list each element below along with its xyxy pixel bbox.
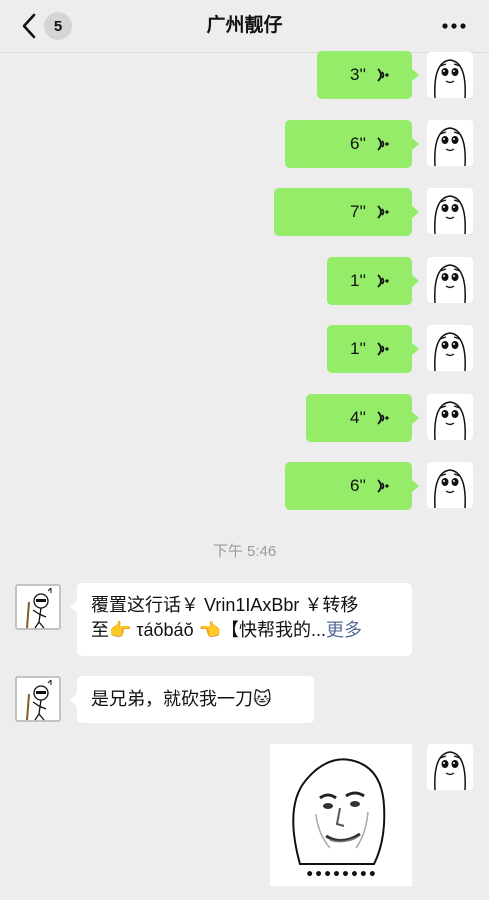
self-avatar[interactable] [427, 257, 473, 303]
expand-more-link[interactable]: 更多 [326, 620, 362, 640]
sticker-caption: •••••••• [305, 867, 377, 883]
incoming-message[interactable]: 是兄弟，就砍我一刀🐱 [70, 676, 314, 723]
unread-count-badge: 5 [44, 12, 72, 40]
voice-duration: 1'' [350, 271, 366, 290]
voice-message[interactable]: 1'' [327, 325, 419, 373]
self-avatar[interactable] [427, 394, 473, 440]
voice-wave-icon [377, 274, 389, 288]
chat-title: 广州靓仔 [206, 15, 283, 36]
contact-avatar[interactable] [15, 584, 61, 630]
voice-message[interactable]: 6'' [285, 120, 419, 168]
voice-message[interactable]: 7'' [274, 188, 419, 236]
self-avatar[interactable] [427, 52, 473, 98]
voice-duration: 1'' [350, 339, 366, 358]
voice-wave-icon [377, 479, 389, 493]
self-avatar[interactable] [427, 462, 473, 508]
voice-message[interactable]: 4'' [306, 394, 419, 442]
sticker-message[interactable]: •••••••• [270, 744, 412, 886]
voice-message[interactable]: 6'' [285, 462, 419, 510]
voice-message[interactable]: 3'' [317, 51, 419, 99]
meme-face-sticker: •••••••• [292, 758, 386, 883]
self-avatar[interactable] [427, 188, 473, 234]
message-text: 是兄弟，就砍我一刀 [91, 689, 253, 709]
voice-message[interactable]: 1'' [327, 257, 419, 305]
voice-duration: 4'' [350, 408, 366, 427]
voice-wave-icon [377, 205, 389, 219]
voice-wave-icon [377, 342, 389, 356]
voice-duration: 7'' [350, 202, 366, 221]
chevron-left-icon [22, 13, 36, 39]
self-avatar[interactable] [427, 744, 473, 790]
message-timestamp: 下午 5:46 [212, 543, 277, 560]
self-avatar[interactable] [427, 325, 473, 371]
ellipsis-icon [442, 23, 466, 29]
voice-duration: 3'' [350, 65, 366, 84]
voice-wave-icon [377, 137, 389, 151]
voice-duration: 6'' [350, 476, 366, 495]
more-button[interactable] [441, 18, 467, 34]
message-line: 覆置这行话￥ Vrin1IAxBbr ￥转移 [91, 595, 359, 615]
message-line: 至👉 τáŏbáŏ 👈【快帮我的...更多 [91, 618, 400, 643]
contact-avatar[interactable] [15, 676, 61, 722]
self-avatar[interactable] [427, 120, 473, 166]
back-button[interactable]: 5 [16, 10, 72, 42]
voice-wave-icon [377, 68, 389, 82]
incoming-message[interactable]: 覆置这行话￥ Vrin1IAxBbr ￥转移 至👉 τáŏbáŏ 👈【快帮我的.… [70, 583, 412, 656]
voice-wave-icon [377, 411, 389, 425]
nav-bar: 5 广州靓仔 [0, 0, 489, 53]
cat-emoji: 🐱 [253, 689, 272, 709]
message-line-text: 至👉 τáŏbáŏ 👈【快帮我的... [91, 620, 326, 640]
voice-duration: 6'' [350, 134, 366, 153]
